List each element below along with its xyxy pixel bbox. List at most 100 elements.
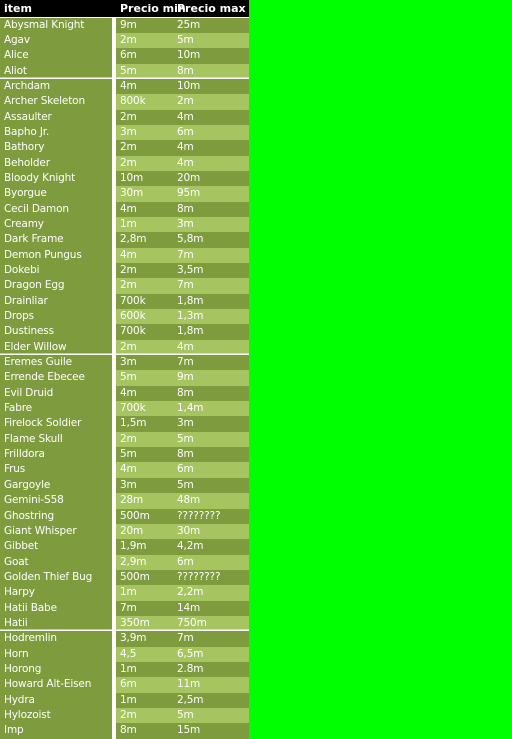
table-row[interactable]: Horn 4,5 6,5m: [0, 646, 249, 662]
table-row[interactable]: Assaulter 2m 4m: [0, 109, 249, 125]
table-row[interactable]: Giant Whisper 20m 30m: [0, 523, 249, 540]
table-row[interactable]: Howard Alt-Eisen 6m 11m: [0, 677, 249, 693]
table-row[interactable]: Cecil Damon 4m 8m: [0, 201, 249, 217]
table-row[interactable]: Ghostring 500m????????: [0, 508, 249, 524]
cell-precio-max: 1,8m: [173, 324, 249, 340]
cell-precio-min: 1,9m: [116, 539, 173, 555]
table-row[interactable]: Dark Frame 2,8m 5,8m: [0, 232, 249, 248]
cell-precio-max: 3m: [173, 216, 249, 233]
cell-precio-min: 600k: [116, 309, 173, 325]
table-row[interactable]: Drainliar 700k 1,8m: [0, 293, 249, 310]
table-row[interactable]: Eremes Guile 3m 7m: [0, 355, 249, 371]
cell-precio-min: 6m: [116, 677, 173, 693]
table-row[interactable]: Bloody Knight 10m 20m: [0, 170, 249, 187]
cell-precio-max: 5m: [173, 32, 249, 49]
table-row[interactable]: Gargoyle 3m 5m: [0, 477, 249, 494]
table-row[interactable]: Agav 2m 5m: [0, 32, 249, 49]
cell-item: Assaulter: [0, 109, 112, 125]
cell-precio-max: 5m: [173, 431, 249, 448]
cell-item: Harpy: [0, 585, 112, 601]
table-row[interactable]: Goat 2,9m 6m: [0, 554, 249, 570]
table-row[interactable]: Creamy 1m 3m: [0, 216, 249, 233]
cell-precio-max: 1,4m: [173, 401, 249, 417]
table-row[interactable]: Gibbet 1,9m 4,2m: [0, 539, 249, 555]
table-row[interactable]: Firelock Soldier 1,5m 3m: [0, 416, 249, 432]
table-row[interactable]: Hodremlin 3,9m 7m: [0, 631, 249, 647]
cell-precio-max: 8m: [173, 63, 249, 79]
cell-precio-min: 4,5: [116, 646, 173, 662]
table-row[interactable]: Gemini-S58 28m 48m: [0, 493, 249, 509]
table-row[interactable]: Demon Pungus 4m 7m: [0, 247, 249, 263]
table-row[interactable]: Harpy 1m 2,2m: [0, 585, 249, 601]
table-row[interactable]: Byorgue 30m 95m: [0, 186, 249, 202]
cell-precio-max: 30m: [173, 523, 249, 540]
cell-precio-max: 2m: [173, 94, 249, 110]
cell-precio-max: 11m: [173, 677, 249, 693]
table-row[interactable]: Aliot 5m 8m: [0, 63, 249, 79]
cell-precio-max: 5m: [173, 707, 249, 724]
cell-precio-max: 4m: [173, 109, 249, 125]
cell-item: Alice: [0, 48, 112, 64]
table-row[interactable]: Hylozoist 2m 5m: [0, 707, 249, 724]
column-header-precio-min[interactable]: Precio min: [116, 0, 186, 18]
table-row[interactable]: Fabre 700k 1,4m: [0, 401, 249, 417]
table-row[interactable]: Horong 1m 2.8m: [0, 661, 249, 678]
table-row[interactable]: Archer Skeleton 800k 2m: [0, 94, 249, 110]
cell-precio-max: 6m: [173, 124, 249, 141]
cell-precio-max: ????????: [173, 508, 249, 524]
table-row[interactable]: Hydra 1m 2,5m: [0, 692, 249, 708]
cell-precio-min: 3,9m: [116, 631, 173, 647]
cell-item: Bloody Knight: [0, 170, 112, 187]
table-row[interactable]: Dustiness 700k 1,8m: [0, 324, 249, 340]
cell-precio-min: 1m: [116, 661, 173, 678]
column-header-item[interactable]: item: [0, 0, 112, 18]
cell-item: Dark Frame: [0, 232, 112, 248]
cell-item: Elder Willow: [0, 339, 112, 356]
table-row[interactable]: Errende Ebecee 5m 9m: [0, 370, 249, 386]
cell-item: Golden Thief Bug: [0, 569, 112, 586]
table-row[interactable]: Dragon Egg 2m 7m: [0, 278, 249, 294]
table-row[interactable]: Golden Thief Bug 500m????????: [0, 569, 249, 586]
table-row[interactable]: Archdam 4m 10m: [0, 78, 249, 95]
table-row[interactable]: Drops 600k 1,3m: [0, 309, 249, 325]
cell-precio-min: 4m: [116, 201, 173, 217]
cell-precio-min: 5m: [116, 370, 173, 386]
cell-precio-max: 1,8m: [173, 293, 249, 310]
table-row[interactable]: Evil Druid 4m 8m: [0, 385, 249, 402]
cell-precio-max: 7m: [173, 278, 249, 294]
cell-precio-max: 7m: [173, 631, 249, 647]
cell-precio-min: 2m: [116, 109, 173, 125]
cell-item: Bapho Jr.: [0, 124, 112, 141]
cell-item: Horn: [0, 646, 112, 662]
cell-precio-min: 2m: [116, 278, 173, 294]
table-row[interactable]: Alice 6m 10m: [0, 48, 249, 64]
cell-precio-min: 4m: [116, 462, 173, 478]
cell-precio-min: 700k: [116, 324, 173, 340]
cell-item: Ghostring: [0, 508, 112, 524]
cell-item: Howard Alt-Eisen: [0, 677, 112, 693]
table-row[interactable]: Bathory 2m 4m: [0, 140, 249, 156]
cell-precio-min: 1,5m: [116, 416, 173, 432]
table-row[interactable]: Frus 4m 6m: [0, 462, 249, 478]
table-row[interactable]: Frilldora 5m 8m: [0, 447, 249, 463]
table-row[interactable]: Hatii 350m 750m: [0, 615, 249, 632]
cell-precio-min: 4m: [116, 385, 173, 402]
cell-precio-max: ????????: [173, 569, 249, 586]
cell-precio-max: 5,8m: [173, 232, 249, 248]
column-header-precio-max[interactable]: Precio max: [173, 0, 249, 18]
cell-precio-min: 5m: [116, 447, 173, 463]
cell-item: Frilldora: [0, 447, 112, 463]
cell-precio-max: 10m: [173, 78, 249, 95]
table-row[interactable]: Bapho Jr. 3m 6m: [0, 124, 249, 141]
cell-precio-max: 20m: [173, 170, 249, 187]
table-row[interactable]: Imp 8m 15m: [0, 723, 249, 739]
table-row[interactable]: Elder Willow 2m 4m: [0, 339, 249, 356]
cell-item: Hylozoist: [0, 707, 112, 724]
table-row[interactable]: Beholder 2m 4m: [0, 155, 249, 171]
table-row[interactable]: Abysmal Knight 9m 25m: [0, 17, 249, 33]
table-row[interactable]: Dokebi 2m 3,5m: [0, 263, 249, 279]
cell-precio-max: 1,3m: [173, 309, 249, 325]
table-row[interactable]: Flame Skull 2m 5m: [0, 431, 249, 448]
table-body: Abysmal Knight 9m 25m Agav 2m 5m Alice 6m 10m Ali…: [0, 17, 249, 739]
table-row[interactable]: Hatii Babe 7m 14m: [0, 600, 249, 616]
